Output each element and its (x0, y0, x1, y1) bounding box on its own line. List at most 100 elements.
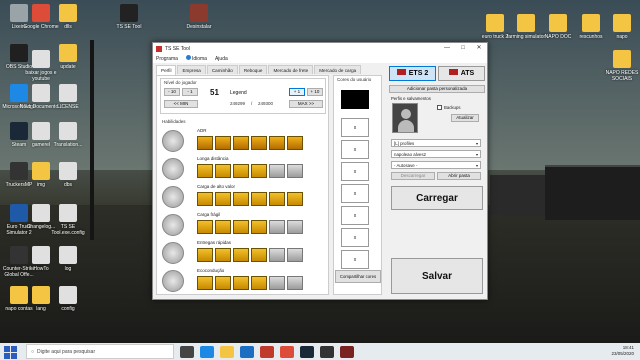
skill-level-slot[interactable] (233, 164, 249, 178)
open-folder-button[interactable]: Abrir pasta (437, 172, 481, 180)
skill-level-slot[interactable] (233, 192, 249, 206)
tab-reboque[interactable]: Reboque (238, 65, 268, 74)
ets2-taskbar-icon[interactable] (340, 345, 354, 358)
skill-level-slot[interactable] (269, 164, 285, 178)
close-button[interactable]: ✕ (471, 43, 487, 54)
skill-level-slot[interactable] (233, 276, 249, 290)
desktop-icon[interactable]: log (45, 246, 91, 272)
skill-level-slot[interactable] (197, 136, 213, 150)
ets2-button[interactable]: ETS 2 (389, 66, 436, 81)
skill-level-slot[interactable] (215, 220, 231, 234)
skill-level-slot[interactable] (287, 248, 303, 262)
desktop-icon[interactable]: Translation... (45, 122, 91, 148)
color-slot[interactable]: x (341, 206, 369, 225)
file-explorer-icon[interactable] (220, 345, 234, 358)
skill-level-slot[interactable] (215, 164, 231, 178)
menu-idioma[interactable]: Idioma (185, 55, 207, 62)
office-icon[interactable] (260, 345, 274, 358)
color-slot[interactable]: x (341, 140, 369, 159)
skill-level-slot[interactable] (287, 276, 303, 290)
menu-ajuda[interactable]: Ajuda (215, 56, 228, 62)
color-slot[interactable]: x (341, 184, 369, 203)
level-plus-1-button[interactable]: + 1 (289, 88, 305, 96)
desktop-icon[interactable]: napo (599, 14, 640, 40)
skill-level-slot[interactable] (215, 276, 231, 290)
color-swatch-black[interactable] (341, 90, 369, 109)
skill-level-slot[interactable] (269, 276, 285, 290)
color-slot[interactable]: x (341, 162, 369, 181)
skill-level-slot[interactable] (251, 136, 267, 150)
skill-level-slot[interactable] (251, 276, 267, 290)
skill-level-slot[interactable] (197, 248, 213, 262)
skill-level-slot[interactable] (251, 164, 267, 178)
desktop-icon[interactable]: dbs (45, 162, 91, 188)
share-colors-button[interactable]: Compartilhar cores (335, 270, 381, 283)
skill-level-slot[interactable] (251, 220, 267, 234)
desktop-icon[interactable]: NAPO REDES SOCIAIS (599, 50, 640, 82)
chrome-icon[interactable] (280, 345, 294, 358)
skill-level-slot[interactable] (215, 136, 231, 150)
tab-mercado-de-carga[interactable]: Mercado de carga (314, 65, 362, 74)
update-button[interactable]: Atualizar (451, 114, 479, 122)
steam-icon[interactable] (300, 345, 314, 358)
skill-level-slot[interactable] (197, 164, 213, 178)
skill-level-slot[interactable] (287, 136, 303, 150)
maximize-button[interactable]: □ (455, 43, 471, 54)
skill-level-slot[interactable] (197, 192, 213, 206)
desktop-icon[interactable]: LICENSE (45, 84, 91, 110)
skill-level-slot[interactable] (287, 164, 303, 178)
level-minus-10-button[interactable]: - 10 (164, 88, 180, 96)
windows-start-icon[interactable] (4, 345, 18, 359)
load-button[interactable]: Carregar (391, 186, 483, 210)
tab-mercado-de-frete[interactable]: Mercado de frete (268, 65, 314, 74)
desktop-icon[interactable]: Desinstalar (176, 4, 222, 30)
level-plus-10-button[interactable]: + 10 (307, 88, 323, 96)
ts-se-tool-taskbar-icon[interactable] (320, 345, 334, 358)
save-select[interactable]: - Autosave - ▾ (391, 161, 481, 169)
desktop-icon[interactable]: TS SE Tool.exe.config (45, 204, 91, 236)
tab-empresa[interactable]: Empresa (177, 65, 206, 74)
system-clock[interactable]: 18:41 23/05/2020 (611, 345, 634, 357)
skill-level-slot[interactable] (233, 248, 249, 262)
skill-level-slot[interactable] (269, 248, 285, 262)
edge-icon[interactable] (200, 345, 214, 358)
skill-slots (197, 220, 303, 234)
skill-level-slot[interactable] (251, 248, 267, 262)
level-max-button[interactable]: MAX >> (289, 100, 323, 108)
backups-checkbox[interactable]: Backups (437, 105, 460, 111)
color-slot[interactable]: x (341, 250, 369, 269)
skill-level-slot[interactable] (233, 136, 249, 150)
menu-programa[interactable]: Programa (156, 56, 178, 62)
skill-level-slot[interactable] (269, 220, 285, 234)
taskbar-search-box[interactable]: ○ Digite aqui para pesquisar (26, 344, 174, 359)
color-slot[interactable]: x (341, 118, 369, 137)
profile-select[interactable]: napoleao alves2 ▾ (391, 150, 481, 158)
skill-level-slot[interactable] (269, 136, 285, 150)
desktop-icon[interactable]: dlls (45, 4, 91, 30)
skill-level-slot[interactable] (287, 220, 303, 234)
desktop-icon[interactable]: TS SE Tool (106, 4, 152, 30)
add-custom-folder-button[interactable]: Adicionar pasta personalizada (389, 85, 485, 93)
skill-level-slot[interactable] (197, 220, 213, 234)
tab-perfil[interactable]: Perfil (156, 65, 177, 75)
profile-path-select[interactable]: [L] profiles ▾ (391, 139, 481, 147)
level-min-button[interactable]: << MIN (164, 100, 198, 108)
color-slot[interactable]: x (341, 228, 369, 247)
skill-level-slot[interactable] (269, 192, 285, 206)
desktop-icon[interactable]: update (45, 44, 91, 70)
skill-level-slot[interactable] (233, 220, 249, 234)
tab-caminhao[interactable]: Caminhão (206, 65, 238, 74)
minimize-button[interactable]: — (439, 43, 455, 54)
save-button[interactable]: Salvar (391, 258, 483, 294)
task-view-icon[interactable] (180, 345, 194, 358)
desktop-icon[interactable]: config (45, 286, 91, 312)
unload-button[interactable]: Descarregar (391, 172, 435, 180)
skill-level-slot[interactable] (197, 276, 213, 290)
store-icon[interactable] (240, 345, 254, 358)
ats-button[interactable]: ATS (438, 66, 485, 81)
skill-level-slot[interactable] (215, 248, 231, 262)
level-minus-1-button[interactable]: - 1 (182, 88, 198, 96)
skill-level-slot[interactable] (251, 192, 267, 206)
skill-level-slot[interactable] (287, 192, 303, 206)
skill-level-slot[interactable] (215, 192, 231, 206)
